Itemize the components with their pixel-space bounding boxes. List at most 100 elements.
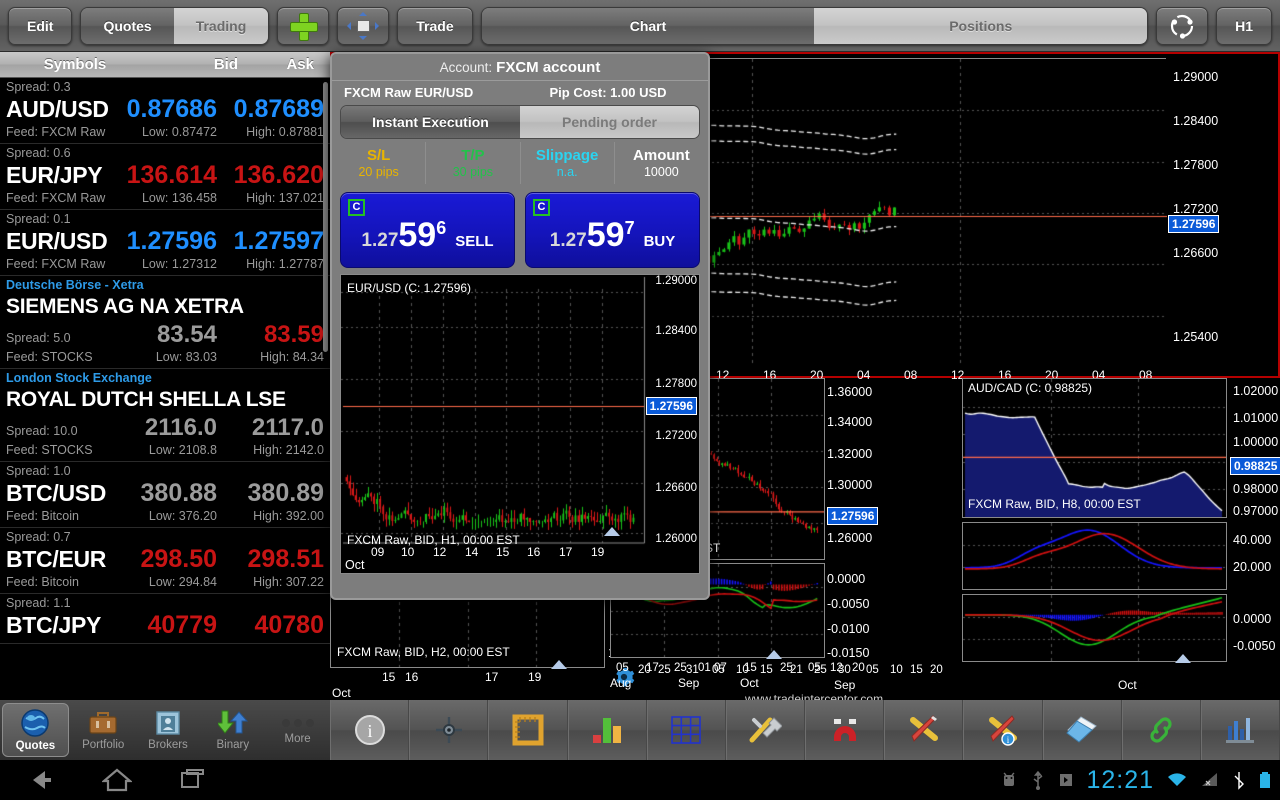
order-param-s-l[interactable]: S/L20 pips (332, 142, 426, 184)
chart-tool-grid[interactable] (647, 700, 726, 760)
tab-positions[interactable]: Positions (814, 8, 1147, 44)
eurjpy-chart-footer: FXCM Raw, BID, H2, 00:00 EST (337, 645, 510, 659)
quote-spread: Spread: 5.0 (6, 331, 110, 346)
axis-tick: 19 (528, 670, 541, 684)
tab-pending-order[interactable]: Pending order (520, 106, 699, 138)
column-bid: Bid (150, 56, 238, 73)
dialog-chart-title: EUR/USD (C: 1.27596) (347, 281, 471, 295)
chart-tool-crosshair[interactable] (409, 700, 488, 760)
timeframe-button[interactable]: H1 (1216, 7, 1272, 45)
tab-chart[interactable]: Chart (482, 8, 815, 44)
audcad-rsi-pane[interactable] (962, 522, 1227, 590)
axis-tick: 1.28400 (655, 325, 697, 337)
audcad-h8-chart[interactable]: AUD/CAD (C: 0.98825) FXCM Raw, BID, H8, … (962, 378, 1227, 518)
chart-tool-info[interactable]: i (330, 700, 409, 760)
axis-tick: 1.27800 (1173, 158, 1218, 172)
quote-row[interactable]: Spread: 0.6EUR/JPY136.614136.620Feed: FX… (0, 144, 330, 210)
dialog-chart[interactable]: EUR/USD (C: 1.27596) FXCM Raw, BID, H1, … (340, 274, 700, 574)
axis-tick: 14 (465, 545, 478, 559)
axis-tick: 15 (760, 664, 773, 676)
quote-ask: 40780 (217, 611, 324, 640)
back-icon[interactable] (23, 767, 57, 793)
audcad-handle[interactable] (1175, 654, 1191, 663)
quote-row[interactable]: Spread: 0.3AUD/USD0.876860.87689Feed: FX… (0, 78, 330, 144)
quote-row[interactable]: London Stock ExchangeROYAL DUTCH SHELLA … (0, 369, 330, 462)
bottom-tab-more[interactable]: More (265, 700, 330, 760)
quote-ask: 83.59 (217, 320, 324, 349)
bottom-tab-portfolio[interactable]: Portfolio (71, 700, 136, 760)
quote-row[interactable]: Spread: 0.1EUR/USD1.275961.27597Feed: FX… (0, 210, 330, 276)
dialog-chart-canvas[interactable] (341, 275, 700, 573)
chart-tool-bar[interactable]: ii (330, 700, 1280, 760)
bottom-tab-bar[interactable]: QuotesPortfolioBrokersBinaryMore (0, 700, 330, 760)
axis-tick: 1.26600 (655, 482, 697, 494)
quote-row[interactable]: Spread: 1.1BTC/JPY4077940780 (0, 594, 330, 644)
order-param-amount[interactable]: Amount10000 (615, 142, 708, 184)
chart-tool-ruler-frame[interactable] (488, 700, 567, 760)
quote-feed: Feed: Bitcoin (6, 574, 110, 590)
tab-instant-execution[interactable]: Instant Execution (341, 106, 520, 138)
quote-spread: Spread: 1.1 (6, 596, 324, 611)
quote-low: Low: 83.03 (110, 349, 217, 365)
chart-tool-bar-chart[interactable] (568, 700, 647, 760)
axis-tick: 01 (698, 662, 711, 674)
layout-move-button[interactable] (337, 7, 389, 45)
quotes-sidebar[interactable]: Symbols Bid Ask Spread: 0.3AUD/USD0.8768… (0, 52, 330, 700)
sidebar-scrollbar[interactable] (323, 82, 328, 352)
chart-tool-draw-info[interactable]: i (963, 700, 1042, 760)
execution-mode-segment: Instant Execution Pending order (340, 105, 700, 139)
chart-tool-draw[interactable] (884, 700, 963, 760)
order-param-slippage[interactable]: Slippagen.a. (521, 142, 615, 184)
eurusd-d1-handle[interactable] (766, 650, 782, 659)
column-symbols: Symbols (0, 56, 150, 73)
audcad-price-tag: 0.98825 (1230, 457, 1280, 475)
home-icon[interactable] (102, 767, 132, 793)
bottom-tab-quotes[interactable]: Quotes (2, 703, 69, 757)
param-value: n.a. (557, 165, 578, 180)
axis-tick: 1.29000 (1173, 70, 1218, 84)
bottom-tab-brokers[interactable]: Brokers (136, 700, 201, 760)
quote-row[interactable]: Spread: 1.0BTC/USD380.88380.89Feed: Bitc… (0, 462, 330, 528)
quote-symbol: AUD/USD (6, 96, 110, 123)
grid-icon (670, 715, 702, 745)
bottom-tab-binary[interactable]: Binary (200, 700, 265, 760)
sell-button[interactable]: C 1.27 59 6 SELL (340, 192, 515, 268)
axis-month-label: Sep (834, 678, 855, 692)
add-symbol-button[interactable] (277, 7, 329, 45)
dialog-symbol-row: FXCM Raw EUR/USD Pip Cost: 1.00 USD (332, 81, 708, 103)
chart-tool-magnet[interactable] (805, 700, 884, 760)
dialog-account-row[interactable]: Account: FXCM account (332, 54, 708, 81)
quote-row[interactable]: Deutsche Börse - XetraSIEMENS AG NA XETR… (0, 276, 330, 369)
quote-feed: Feed: Bitcoin (6, 508, 110, 524)
edit-button[interactable]: Edit (8, 7, 72, 45)
layers-icon (1065, 715, 1099, 745)
quote-bid: 136.614 (110, 161, 217, 190)
audcad-macd-pane[interactable] (962, 594, 1227, 662)
order-param-t-p[interactable]: T/P30 pips (426, 142, 520, 184)
audcad-macd-canvas[interactable] (963, 595, 1226, 661)
buy-button[interactable]: C 1.27 59 7 BUY (525, 192, 700, 268)
refresh-button[interactable] (1156, 7, 1208, 45)
quote-row[interactable]: Spread: 0.7BTC/EUR298.50298.51Feed: Bitc… (0, 528, 330, 594)
briefcase-icon (88, 709, 118, 737)
axis-tick: 15 (382, 670, 395, 684)
chart-tool-layers[interactable] (1043, 700, 1122, 760)
quote-bid: 83.54 (110, 320, 217, 349)
svg-text:i: i (367, 721, 372, 741)
audcad-rsi-canvas[interactable] (963, 523, 1226, 589)
trade-button[interactable]: Trade (397, 7, 472, 45)
account-label: Account: (440, 60, 493, 75)
quote-list[interactable]: Spread: 0.3AUD/USD0.876860.87689Feed: FX… (0, 78, 330, 644)
tab-trading[interactable]: Trading (174, 8, 269, 44)
eurjpy-chart-handle[interactable] (551, 660, 567, 669)
axis-month-label: Sep (678, 676, 699, 690)
dialog-chart-handle[interactable] (604, 527, 620, 536)
chart-tool-link[interactable] (1122, 700, 1201, 760)
chart-tool-tools[interactable] (726, 700, 805, 760)
recents-icon[interactable] (177, 767, 207, 793)
order-parameters[interactable]: S/L20 pipsT/P30 pipsSlippagen.a.Amount10… (332, 142, 708, 184)
tab-quotes[interactable]: Quotes (81, 8, 173, 44)
chart-tool-indicators[interactable] (1201, 700, 1280, 760)
quote-low: Low: 294.84 (110, 574, 217, 590)
trade-dialog[interactable]: Account: FXCM account FXCM Raw EUR/USD P… (330, 52, 710, 600)
